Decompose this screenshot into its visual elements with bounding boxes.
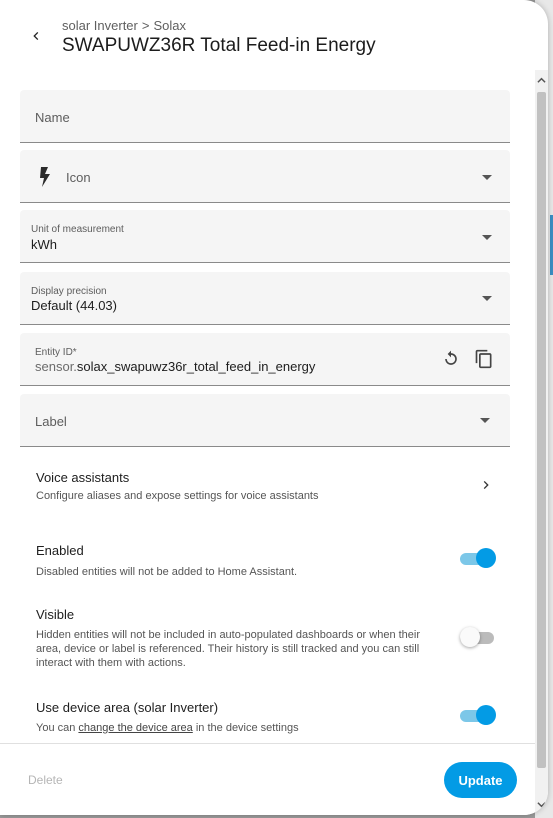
dialog-content: Name Icon Unit of measurement kWh Displa…: [0, 70, 535, 743]
toggle-knob: [460, 627, 480, 647]
dropdown-arrow-icon: [482, 296, 492, 301]
visible-description-line: Hidden entities will not be included in …: [36, 629, 421, 641]
voice-assistants-description: Configure aliases and expose settings fo…: [36, 490, 319, 502]
unit-label: Unit of measurement: [31, 224, 124, 235]
entity-id-label: Entity ID*: [35, 347, 77, 358]
chevron-right-icon: [483, 481, 489, 489]
enabled-title: Enabled: [36, 543, 84, 558]
dropdown-arrow-icon: [482, 235, 492, 240]
device-area-description: You can change the device area in the de…: [36, 721, 299, 735]
entity-id-field[interactable]: Entity ID* sensor.solax_swapuwz36r_total…: [20, 333, 510, 386]
icon-picker[interactable]: Icon: [20, 150, 510, 203]
name-field[interactable]: Name: [20, 90, 510, 143]
unit-value: kWh: [31, 237, 57, 252]
dialog-title: SWAPUWZ36R Total Feed-in Energy: [62, 35, 376, 56]
content-scrollbar[interactable]: [535, 70, 548, 815]
toggle-knob: [476, 548, 496, 568]
entity-id-object: solax_swapuwz36r_total_feed_in_energy: [76, 359, 316, 374]
visible-toggle[interactable]: [460, 627, 496, 647]
visible-description: Hidden entities will not be included in …: [36, 628, 476, 670]
precision-value: Default (44.03): [31, 298, 117, 313]
scrollbar-thumb[interactable]: [537, 92, 546, 768]
back-button[interactable]: [22, 22, 50, 50]
breadcrumb-separator: >: [141, 18, 150, 33]
update-button[interactable]: Update: [444, 762, 517, 798]
breadcrumb-device[interactable]: solar Inverter: [62, 18, 138, 33]
enabled-description: Disabled entities will not be added to H…: [36, 566, 298, 578]
device-area-description-suffix: in the device settings: [195, 722, 299, 734]
entity-settings-dialog: solar Inverter > Solax SWAPUWZ36R Total Fe…: [0, 0, 548, 815]
name-field-label: Name: [35, 110, 70, 125]
device-area-title: Use device area (solar Inverter): [36, 700, 219, 715]
entity-id-domain: sensor.: [35, 359, 77, 374]
enabled-toggle[interactable]: [460, 548, 496, 568]
restore-icon[interactable]: [441, 349, 461, 369]
use-device-area-toggle[interactable]: [460, 705, 496, 725]
visible-title: Visible: [36, 607, 75, 622]
scroll-up-icon[interactable]: [537, 76, 546, 85]
dialog-header: solar Inverter > Solax SWAPUWZ36R Total Fe…: [0, 0, 535, 70]
label-select-label: Label: [35, 414, 67, 429]
breadcrumb: solar Inverter > Solax: [62, 18, 186, 33]
breadcrumb-integration[interactable]: Solax: [153, 18, 186, 33]
precision-label: Display precision: [31, 286, 107, 297]
dropdown-arrow-icon: [482, 175, 492, 180]
visible-description-line: interact with them with actions.: [36, 657, 186, 669]
change-device-area-link[interactable]: change the device area: [78, 722, 192, 734]
device-area-description-prefix: You can: [36, 722, 76, 734]
voice-assistants-title: Voice assistants: [36, 470, 130, 485]
toggle-knob: [476, 705, 496, 725]
flash-icon: [40, 167, 50, 187]
chevron-left-icon: [33, 32, 39, 40]
dropdown-arrow-icon: [480, 418, 490, 423]
delete-button[interactable]: Delete: [28, 773, 63, 787]
entity-id-value: sensor.solax_swapuwz36r_total_feed_in_en…: [35, 359, 315, 374]
label-select[interactable]: Label: [20, 394, 510, 447]
dialog-footer: Delete Update: [0, 743, 535, 815]
display-precision-select[interactable]: Display precision Default (44.03): [20, 272, 510, 325]
unit-of-measurement-select[interactable]: Unit of measurement kWh: [20, 210, 510, 263]
icon-picker-label: Icon: [66, 170, 91, 185]
visible-description-line: area, device or label is referenced. The…: [36, 643, 420, 655]
copy-icon[interactable]: [474, 349, 494, 369]
scroll-down-icon[interactable]: [537, 800, 546, 809]
